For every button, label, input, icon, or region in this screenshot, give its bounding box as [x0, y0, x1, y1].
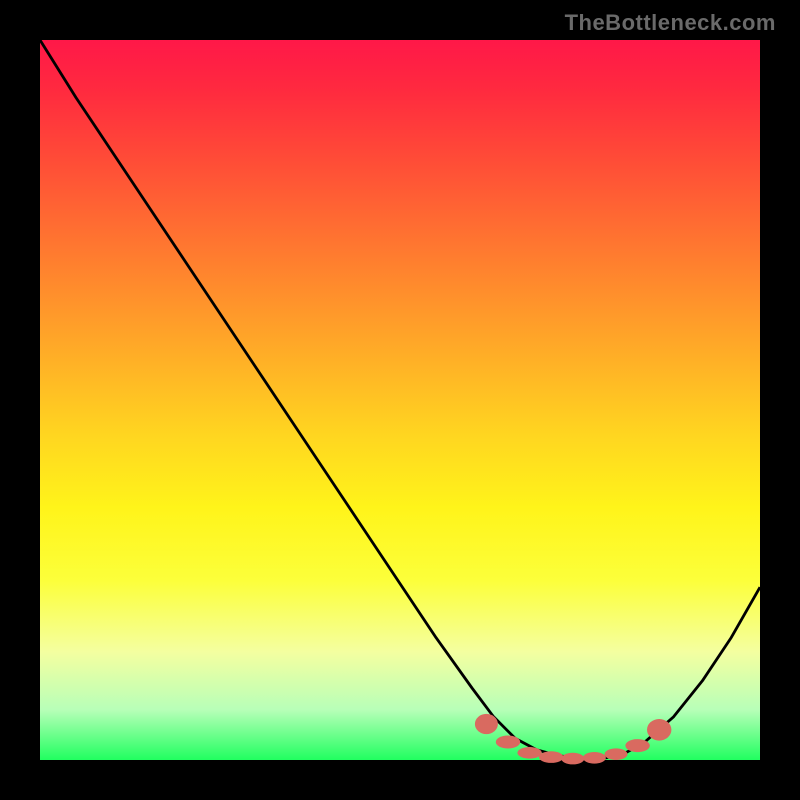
minimum-marker [625, 739, 649, 752]
plot-svg [40, 40, 760, 760]
minimum-marker [539, 751, 563, 763]
minimum-marker [517, 747, 541, 759]
minimum-marker [583, 752, 606, 764]
minimum-markers-group [475, 714, 672, 764]
watermark-text: TheBottleneck.com [565, 10, 776, 36]
minimum-marker [605, 748, 628, 760]
minimum-marker [475, 714, 498, 734]
minimum-marker [561, 753, 584, 765]
minimum-marker [647, 719, 671, 741]
minimum-marker [496, 736, 520, 749]
bottleneck-curve [40, 40, 760, 759]
